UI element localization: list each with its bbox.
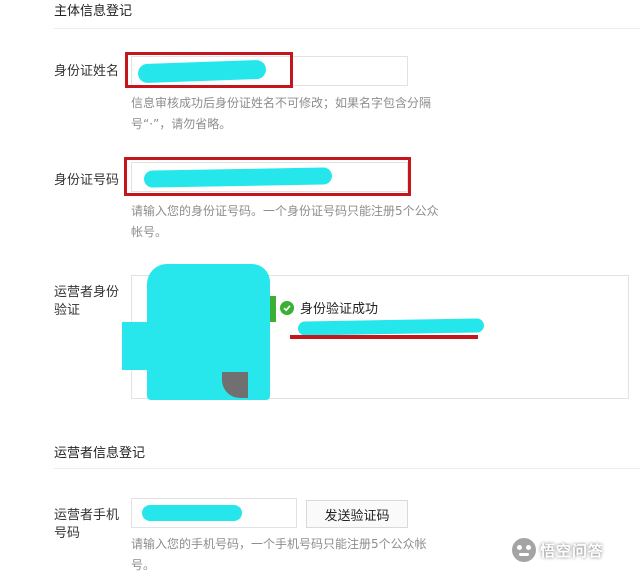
section-title-subject: 主体信息登记 — [54, 4, 133, 19]
operator-verify-label-line2: 验证 — [54, 303, 81, 318]
highlight-box-id-number — [124, 157, 411, 196]
redaction-mark — [122, 322, 162, 370]
id-number-label: 身份证号码 — [54, 173, 120, 188]
green-accent-bar — [270, 296, 276, 322]
id-name-hint-line1: 信息审核成功后身份证姓名不可修改；如果名字包含分隔 — [131, 96, 432, 110]
verify-success-text: 身份验证成功 — [300, 302, 379, 317]
section-divider — [54, 468, 640, 469]
redaction-mark — [150, 372, 222, 398]
red-underline — [290, 335, 478, 339]
watermark: 悟空问答 — [512, 538, 604, 562]
operator-phone-hint-line1: 请输入您的手机号码，一个手机号码只能注册5个公众帐 — [131, 537, 427, 551]
section-divider — [54, 28, 640, 29]
wukong-logo-icon — [512, 538, 536, 562]
highlight-box-name — [125, 52, 293, 88]
id-name-label: 身份证姓名 — [54, 64, 120, 79]
redaction-mark — [142, 505, 242, 521]
id-name-hint-line2: 号“·”，请勿省略。 — [131, 117, 232, 131]
watermark-text: 悟空问答 — [540, 541, 605, 560]
operator-phone-hint-line2: 号。 — [131, 558, 156, 572]
operator-phone-label-line2: 号码 — [54, 526, 81, 541]
check-circle-icon — [280, 301, 294, 315]
send-code-button[interactable]: 发送验证码 — [306, 500, 408, 528]
operator-phone-input[interactable] — [131, 498, 297, 528]
id-number-hint-line2: 帐号。 — [131, 225, 168, 239]
section-title-operator: 运营者信息登记 — [54, 446, 146, 461]
id-number-hint-line1: 请输入您的身份证号码。一个身份证号码只能注册5个公众 — [131, 204, 439, 218]
